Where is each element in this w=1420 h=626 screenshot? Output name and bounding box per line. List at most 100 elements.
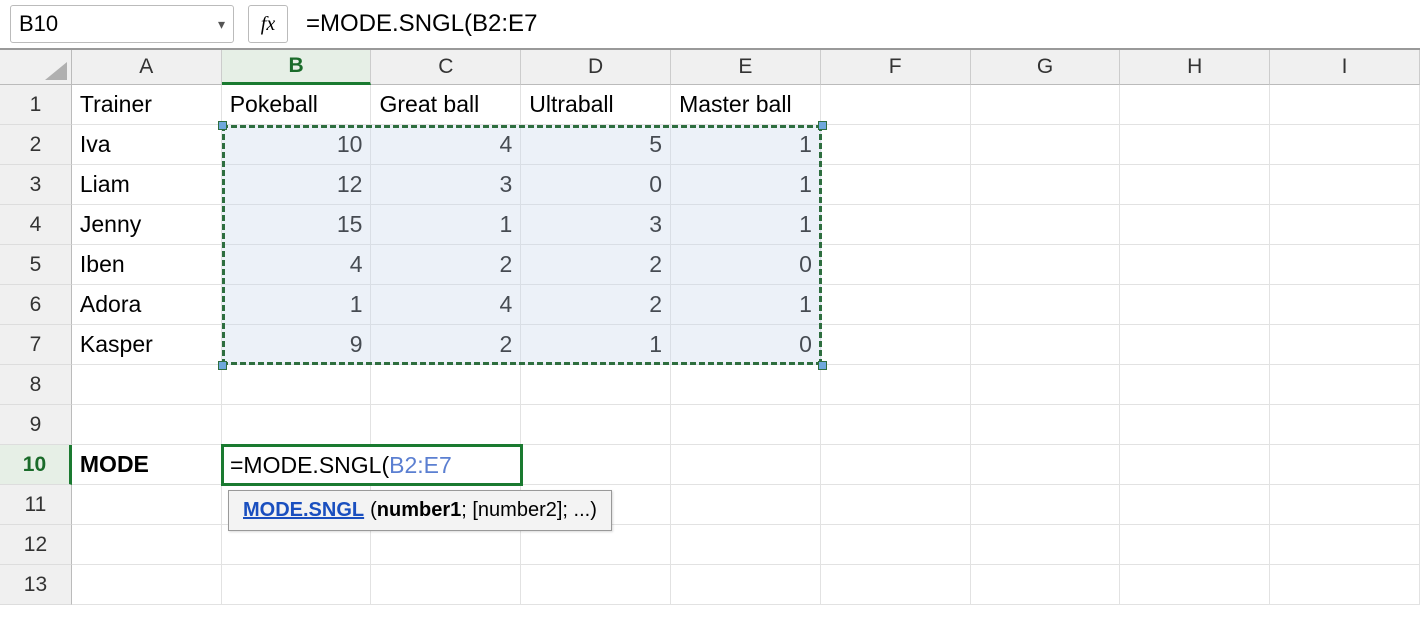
cell-G12[interactable] (971, 525, 1121, 565)
cell-F6[interactable] (821, 285, 971, 325)
col-header-C[interactable]: C (371, 50, 521, 85)
cell-B10[interactable] (222, 445, 372, 485)
cell-A6[interactable]: Adora (72, 285, 222, 325)
cell-E4[interactable]: 1 (671, 205, 821, 245)
cell-A1[interactable]: Trainer (72, 85, 222, 125)
cell-A4[interactable]: Jenny (72, 205, 222, 245)
cell-I3[interactable] (1270, 165, 1420, 205)
cell-H11[interactable] (1120, 485, 1270, 525)
cell-I4[interactable] (1270, 205, 1420, 245)
cell-G10[interactable] (971, 445, 1121, 485)
cell-I11[interactable] (1270, 485, 1420, 525)
row-header-11[interactable]: 11 (0, 485, 72, 525)
cell-H13[interactable] (1120, 565, 1270, 605)
cell-E7[interactable]: 0 (671, 325, 821, 365)
cell-G5[interactable] (971, 245, 1121, 285)
cell-C13[interactable] (371, 565, 521, 605)
col-header-F[interactable]: F (821, 50, 971, 85)
cell-I1[interactable] (1270, 85, 1420, 125)
spreadsheet-grid[interactable]: A B C D E F G H I 1 Trainer Pokeball Gre… (0, 50, 1420, 605)
cell-A2[interactable]: Iva (72, 125, 222, 165)
cell-I8[interactable] (1270, 365, 1420, 405)
fx-icon[interactable]: fx (248, 5, 288, 43)
cell-D2[interactable]: 5 (521, 125, 671, 165)
cell-C7[interactable]: 2 (371, 325, 521, 365)
cell-E11[interactable] (671, 485, 821, 525)
cell-H5[interactable] (1120, 245, 1270, 285)
cell-A11[interactable] (72, 485, 222, 525)
cell-B13[interactable] (222, 565, 372, 605)
cell-A12[interactable] (72, 525, 222, 565)
cell-B6[interactable]: 1 (222, 285, 372, 325)
col-header-I[interactable]: I (1270, 50, 1420, 85)
cell-H4[interactable] (1120, 205, 1270, 245)
cell-C8[interactable] (371, 365, 521, 405)
tooltip-fn-name[interactable]: MODE.SNGL (243, 499, 364, 522)
cell-B3[interactable]: 12 (222, 165, 372, 205)
cell-D4[interactable]: 3 (521, 205, 671, 245)
cell-F9[interactable] (821, 405, 971, 445)
cell-D7[interactable]: 1 (521, 325, 671, 365)
cell-E9[interactable] (671, 405, 821, 445)
cell-F1[interactable] (821, 85, 971, 125)
cell-B9[interactable] (222, 405, 372, 445)
cell-G4[interactable] (971, 205, 1121, 245)
row-header-12[interactable]: 12 (0, 525, 72, 565)
cell-G13[interactable] (971, 565, 1121, 605)
cell-G9[interactable] (971, 405, 1121, 445)
cell-I10[interactable] (1270, 445, 1420, 485)
row-header-10[interactable]: 10 (0, 445, 72, 485)
row-header-2[interactable]: 2 (0, 125, 72, 165)
row-header-6[interactable]: 6 (0, 285, 72, 325)
cell-F11[interactable] (821, 485, 971, 525)
cell-C3[interactable]: 3 (371, 165, 521, 205)
cell-C10[interactable] (371, 445, 521, 485)
cell-B8[interactable] (222, 365, 372, 405)
cell-I6[interactable] (1270, 285, 1420, 325)
cell-E3[interactable]: 1 (671, 165, 821, 205)
cell-H1[interactable] (1120, 85, 1270, 125)
cell-C9[interactable] (371, 405, 521, 445)
cell-A10[interactable]: MODE (72, 445, 222, 485)
cell-E6[interactable]: 1 (671, 285, 821, 325)
cell-B4[interactable]: 15 (222, 205, 372, 245)
cell-D1[interactable]: Ultraball (521, 85, 671, 125)
col-header-A[interactable]: A (72, 50, 222, 85)
cell-F2[interactable] (821, 125, 971, 165)
cell-G8[interactable] (971, 365, 1121, 405)
row-header-3[interactable]: 3 (0, 165, 72, 205)
cell-F12[interactable] (821, 525, 971, 565)
cell-D13[interactable] (521, 565, 671, 605)
cell-B2[interactable]: 10 (222, 125, 372, 165)
cell-E10[interactable] (671, 445, 821, 485)
cell-G2[interactable] (971, 125, 1121, 165)
col-header-E[interactable]: E (671, 50, 821, 85)
cell-F4[interactable] (821, 205, 971, 245)
col-header-D[interactable]: D (521, 50, 671, 85)
cell-F8[interactable] (821, 365, 971, 405)
select-all-corner[interactable] (0, 50, 72, 85)
cell-G6[interactable] (971, 285, 1121, 325)
cell-H8[interactable] (1120, 365, 1270, 405)
cell-C4[interactable]: 1 (371, 205, 521, 245)
col-header-H[interactable]: H (1120, 50, 1270, 85)
row-header-8[interactable]: 8 (0, 365, 72, 405)
row-header-13[interactable]: 13 (0, 565, 72, 605)
cell-D9[interactable] (521, 405, 671, 445)
cell-A7[interactable]: Kasper (72, 325, 222, 365)
cell-F7[interactable] (821, 325, 971, 365)
cell-I9[interactable] (1270, 405, 1420, 445)
row-header-7[interactable]: 7 (0, 325, 72, 365)
cell-D10[interactable] (521, 445, 671, 485)
cell-E13[interactable] (671, 565, 821, 605)
cell-D12[interactable] (521, 525, 671, 565)
cell-H10[interactable] (1120, 445, 1270, 485)
cell-E5[interactable]: 0 (671, 245, 821, 285)
cell-H9[interactable] (1120, 405, 1270, 445)
cell-E1[interactable]: Master ball (671, 85, 821, 125)
cell-G11[interactable] (971, 485, 1121, 525)
cell-D6[interactable]: 2 (521, 285, 671, 325)
cell-C5[interactable]: 2 (371, 245, 521, 285)
cell-I12[interactable] (1270, 525, 1420, 565)
formula-bar-input[interactable]: =MODE.SNGL(B2:E7 (302, 5, 1410, 43)
